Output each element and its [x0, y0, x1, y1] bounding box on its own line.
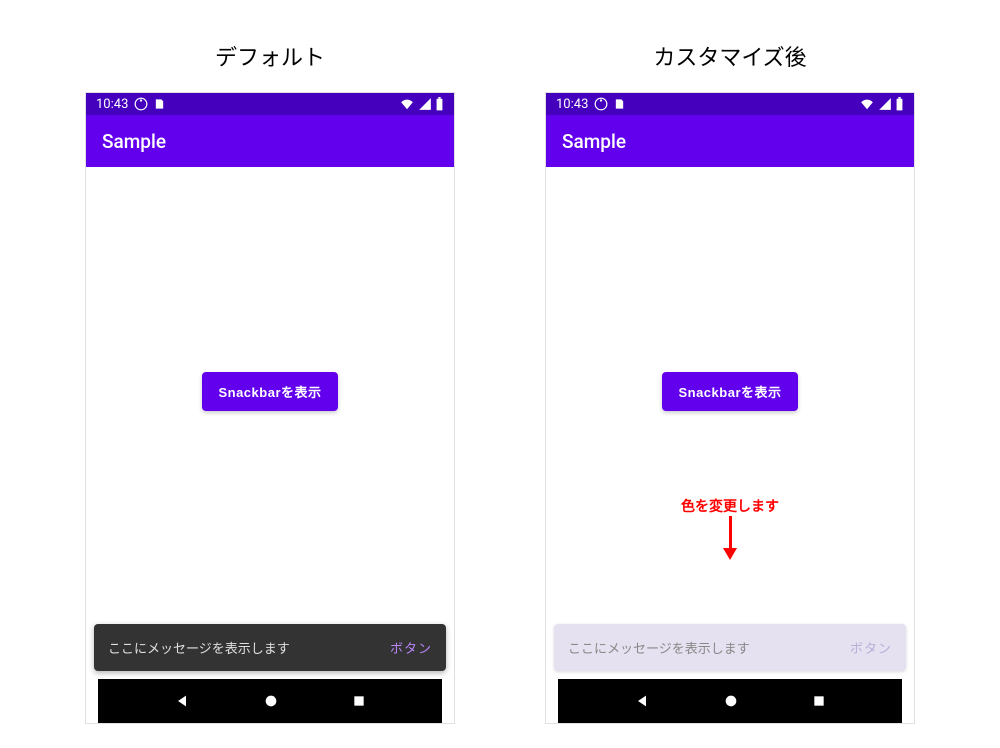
- nav-home-icon[interactable]: [263, 693, 279, 709]
- status-sim-icon: [154, 97, 165, 111]
- snackbar-customized: ここにメッセージを表示します ボタン: [554, 624, 906, 671]
- app-title: Sample: [562, 130, 626, 153]
- snackbar-action-button[interactable]: ボタン: [390, 638, 432, 657]
- phone-frame-default: 10:43 Sample: [85, 92, 455, 724]
- app-title: Sample: [102, 130, 166, 153]
- nav-wrapper: [86, 679, 454, 723]
- app-bar: Sample: [86, 115, 454, 167]
- status-bar: 10:43: [86, 93, 454, 115]
- wifi-icon: [859, 97, 875, 111]
- status-bar: 10:43: [546, 93, 914, 115]
- nav-recent-icon[interactable]: [352, 694, 366, 708]
- nav-home-icon[interactable]: [723, 693, 739, 709]
- content-area: Snackbarを表示 色を変更します: [546, 167, 914, 616]
- snackbar-message: ここにメッセージを表示します: [108, 638, 290, 657]
- status-left: 10:43: [96, 97, 165, 112]
- phone-frame-customized: 10:43 Sample: [545, 92, 915, 724]
- nav-back-icon[interactable]: [634, 693, 650, 709]
- signal-icon: [418, 97, 432, 111]
- nav-back-icon[interactable]: [174, 693, 190, 709]
- navigation-bar: [558, 679, 902, 723]
- column-title-default: デフォルト: [215, 40, 325, 72]
- annotation-arrow-icon: [723, 516, 737, 560]
- nav-recent-icon[interactable]: [812, 694, 826, 708]
- signal-icon: [878, 97, 892, 111]
- annotation-text: 色を変更します: [546, 496, 914, 516]
- status-time: 10:43: [556, 97, 588, 112]
- wifi-icon: [399, 97, 415, 111]
- status-left: 10:43: [556, 97, 625, 112]
- battery-icon: [435, 97, 444, 111]
- app-bar: Sample: [546, 115, 914, 167]
- customized-column: カスタマイズ後 10:43: [545, 40, 915, 748]
- status-right: [859, 97, 904, 111]
- show-snackbar-button[interactable]: Snackbarを表示: [662, 372, 797, 411]
- column-title-customized: カスタマイズ後: [653, 40, 806, 72]
- status-notification-icon: [594, 97, 608, 111]
- show-snackbar-button[interactable]: Snackbarを表示: [202, 372, 337, 411]
- snackbar-default: ここにメッセージを表示します ボタン: [94, 624, 446, 671]
- snackbar-container: ここにメッセージを表示します ボタン: [86, 616, 454, 679]
- snackbar-action-button[interactable]: ボタン: [850, 638, 892, 657]
- nav-wrapper: [546, 679, 914, 723]
- snackbar-message: ここにメッセージを表示します: [568, 638, 750, 657]
- battery-icon: [895, 97, 904, 111]
- default-column: デフォルト 10:43: [85, 40, 455, 748]
- status-right: [399, 97, 444, 111]
- snackbar-container: ここにメッセージを表示します ボタン: [546, 616, 914, 679]
- status-time: 10:43: [96, 97, 128, 112]
- navigation-bar: [98, 679, 442, 723]
- status-sim-icon: [614, 97, 625, 111]
- status-notification-icon: [134, 97, 148, 111]
- content-area: Snackbarを表示: [86, 167, 454, 616]
